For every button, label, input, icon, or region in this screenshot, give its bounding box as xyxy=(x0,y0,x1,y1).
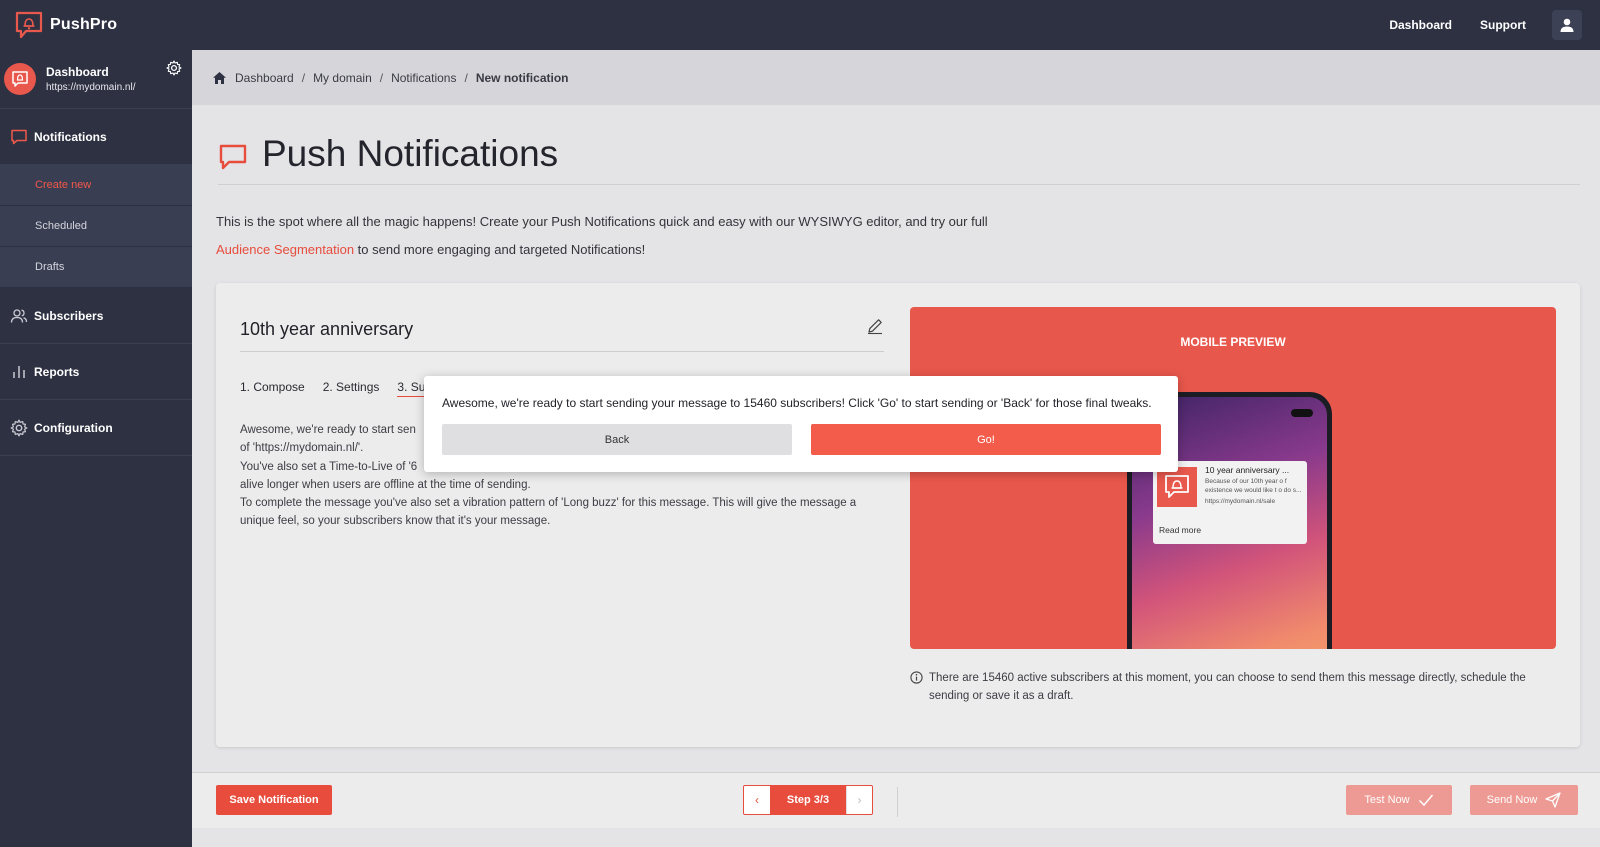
summary-line: alive longer when users are offline at t… xyxy=(240,478,531,491)
sidebar-item-reports[interactable]: Reports xyxy=(0,344,192,400)
send-confirmation-dialog: Awesome, we're ready to start sending yo… xyxy=(424,376,1178,472)
breadcrumb: Dashboard / My domain / Notifications / … xyxy=(192,50,1600,105)
camera-notch xyxy=(1291,409,1313,417)
preview-url: https://mydomain.nl/sale xyxy=(1205,498,1276,505)
page-header: Push Notifications xyxy=(218,133,1580,185)
preview-notification: 10 year anniversary ... Because of our 1… xyxy=(1153,461,1307,544)
title-divider xyxy=(240,351,884,352)
users-icon xyxy=(10,308,28,323)
confirmation-message: Awesome, we're ready to start sending yo… xyxy=(442,396,1152,410)
bell-icon xyxy=(1165,475,1189,498)
preview-body: Because of our 10th year o f existence w… xyxy=(1205,478,1302,494)
subscriber-info-text: There are 15460 active subscribers at th… xyxy=(929,672,1526,702)
tab-compose[interactable]: 1. Compose xyxy=(240,380,305,397)
user-menu-button[interactable] xyxy=(1552,10,1582,40)
page-title: Push Notifications xyxy=(262,133,559,174)
previous-step-button[interactable]: ‹ xyxy=(744,786,770,814)
sidebar-item-configuration[interactable]: Configuration xyxy=(0,400,192,456)
send-now-label: Send Now xyxy=(1486,794,1538,806)
home-icon[interactable] xyxy=(212,71,227,85)
go-button[interactable]: Go! xyxy=(811,424,1161,455)
breadcrumb-my-domain[interactable]: My domain xyxy=(313,71,372,85)
intro-text-2: to send more engaging and targeted Notif… xyxy=(354,242,646,257)
sidebar: Dashboard https://mydomain.nl/ Notificat… xyxy=(0,50,192,847)
breadcrumb-current: New notification xyxy=(475,70,569,85)
sidebar-item-label: Configuration xyxy=(34,420,113,435)
test-now-button[interactable]: Test Now xyxy=(1346,785,1452,815)
mobile-preview: MOBILE PREVIEW 10 year anniversary ... B… xyxy=(910,307,1556,649)
preview-title: 10 year anniversary ... xyxy=(1205,465,1290,475)
notification-bell-icon xyxy=(1157,467,1197,507)
summary-line: To complete the message you've also set … xyxy=(240,497,857,510)
mobile-preview-label: MOBILE PREVIEW xyxy=(1180,335,1286,349)
paper-plane-icon xyxy=(1545,792,1562,808)
notification-editor-card: 10th year anniversary 1. Compose 2. Sett… xyxy=(216,283,1580,747)
info-icon xyxy=(910,671,923,684)
app-name: PushPro xyxy=(50,16,118,33)
user-icon xyxy=(1560,18,1574,32)
back-button[interactable]: Back xyxy=(442,424,792,455)
site-url: https://mydomain.nl/ xyxy=(46,82,136,93)
breadcrumb-notifications[interactable]: Notifications xyxy=(391,71,456,85)
sidebar-item-scheduled[interactable]: Scheduled xyxy=(0,206,192,247)
breadcrumb-separator: / xyxy=(301,70,306,85)
app-logo[interactable]: PushPro xyxy=(14,10,117,40)
subscriber-info: There are 15460 active subscribers at th… xyxy=(910,669,1556,705)
gear-icon xyxy=(10,419,28,436)
sidebar-item-label: Reports xyxy=(34,364,80,379)
send-now-button[interactable]: Send Now xyxy=(1470,785,1578,815)
tab-settings[interactable]: 2. Settings xyxy=(323,380,380,397)
breadcrumb-separator: / xyxy=(464,70,468,85)
intro-text-1: This is the spot where all the magic hap… xyxy=(216,214,988,229)
site-name: Dashboard xyxy=(46,65,109,79)
sidebar-item-label: Notifications xyxy=(34,129,107,144)
site-settings-gear-icon[interactable] xyxy=(166,60,182,76)
step-tabs: 1. Compose 2. Settings 3. Su xyxy=(240,380,443,397)
test-now-label: Test Now xyxy=(1364,794,1410,806)
breadcrumb-dashboard[interactable]: Dashboard xyxy=(235,71,294,85)
chat-bubble-icon xyxy=(219,144,247,170)
breadcrumb-separator: / xyxy=(379,70,384,85)
bottom-action-bar: Save Notification ‹ Step 3/3 › Test Now … xyxy=(192,772,1600,828)
chat-bubble-icon xyxy=(11,129,27,144)
nav-dashboard-link[interactable]: Dashboard xyxy=(1389,18,1452,32)
notification-title: 10th year anniversary xyxy=(240,319,414,339)
sidebar-item-drafts[interactable]: Drafts xyxy=(0,247,192,288)
sidebar-item-create-new[interactable]: Create new xyxy=(0,165,192,206)
summary-line: unique feel, so your subscribers know th… xyxy=(240,515,551,528)
audience-segmentation-link[interactable]: Audience Segmentation xyxy=(216,242,354,257)
divider xyxy=(897,787,898,817)
edit-pencil-icon[interactable] xyxy=(866,317,884,335)
tab-summary[interactable]: 3. Su xyxy=(397,380,426,397)
sidebar-item-notifications[interactable]: Notifications xyxy=(0,109,192,165)
sidebar-item-subscribers[interactable]: Subscribers xyxy=(0,288,192,344)
step-indicator: Step 3/3 xyxy=(770,786,846,814)
preview-read-more: Read more xyxy=(1159,525,1202,535)
page-intro: This is the spot where all the magic hap… xyxy=(216,208,1316,264)
bar-chart-icon xyxy=(13,365,25,378)
save-notification-button[interactable]: Save Notification xyxy=(216,785,332,815)
site-avatar xyxy=(4,63,36,95)
sidebar-item-label: Subscribers xyxy=(34,308,104,323)
step-pager: ‹ Step 3/3 › xyxy=(743,785,873,815)
top-bar: PushPro Dashboard Support xyxy=(0,0,1600,50)
nav-support-link[interactable]: Support xyxy=(1480,18,1526,32)
logo-icon xyxy=(15,11,43,39)
site-switcher[interactable]: Dashboard https://mydomain.nl/ xyxy=(0,50,192,109)
next-step-button[interactable]: › xyxy=(846,786,872,814)
notifications-submenu: Create new Scheduled Drafts xyxy=(0,165,192,288)
bell-icon xyxy=(12,71,28,87)
checkmark-icon xyxy=(1418,794,1433,807)
